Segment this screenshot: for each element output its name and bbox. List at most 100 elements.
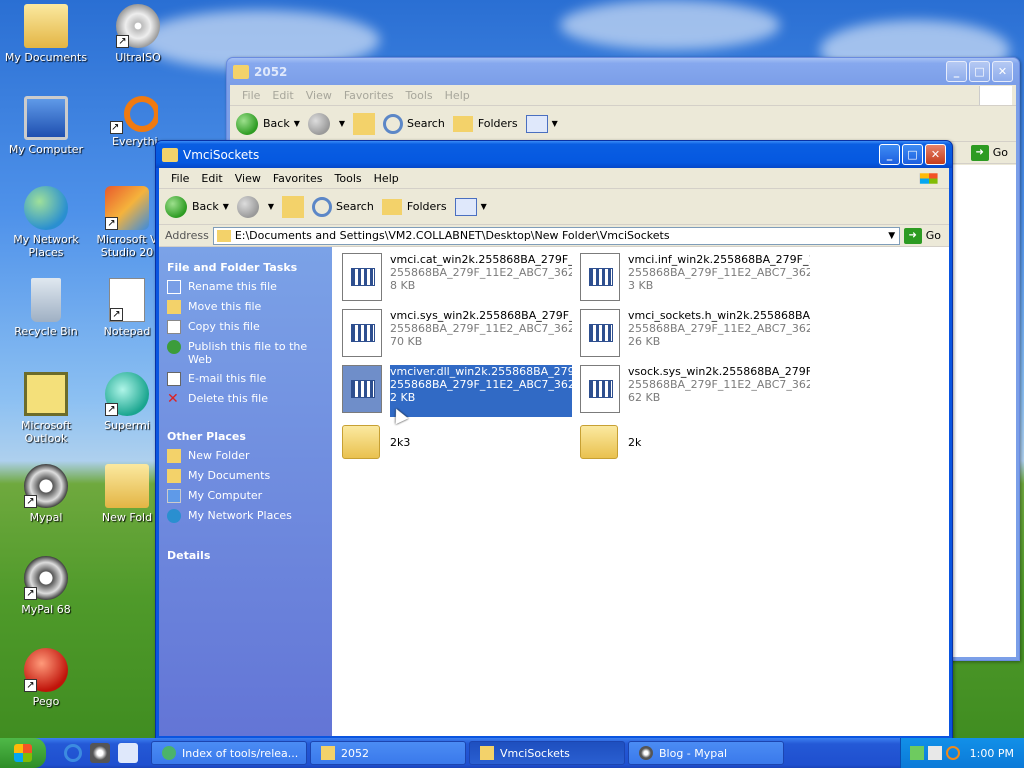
desktop-icon-visual-studio[interactable]: ↗ Microsoft V Studio 20 [96,186,158,259]
internet-explorer-icon[interactable] [64,744,82,762]
menu-edit[interactable]: Edit [195,172,228,185]
maximize-button[interactable]: □ [969,61,990,82]
desktop-icon-notepad[interactable]: ↗ Notepad [96,278,158,338]
up-button[interactable] [282,195,305,218]
dropdown-arrow-icon[interactable]: ▼ [885,231,899,241]
app-quicklaunch-icon[interactable] [118,743,138,763]
menu-tools[interactable]: Tools [400,89,439,102]
menu-view[interactable]: View [300,89,338,102]
desktop-icon-label: Everythi [112,135,158,148]
desktop-icon-mypal-68[interactable]: ↗ MyPal 68 [4,556,88,616]
search-button[interactable]: Search [312,196,374,217]
visual-studio-icon: ↗ [105,186,149,230]
desktop-icon-everything[interactable]: ↗ Everythi [96,96,158,148]
views-button[interactable]: ▼ [454,197,487,216]
views-icon [454,197,477,216]
menu-edit[interactable]: Edit [266,89,299,102]
explorer-window-vmcisockets[interactable]: VmciSockets _ □ ✕ File Edit View Favorit… [155,140,953,740]
folder-item[interactable]: 2k3 [342,425,410,459]
file-item[interactable]: vmci.cat_win2k.255868BA_279F_1... 255868B… [342,253,572,305]
place-my-documents[interactable]: My Documents [167,469,324,483]
folders-button[interactable]: Folders [452,115,518,132]
back-button[interactable]: Back ▼ [165,195,229,218]
desktop-icon-new-folder[interactable]: New Fold [96,464,158,524]
desktop-icon-supermium[interactable]: ↗ Supermi [96,372,158,432]
desktop-icon-pego[interactable]: ↗ Pego [4,648,88,708]
up-button[interactable] [353,112,376,135]
address-input[interactable]: E:\Documents and Settings\VM2.COLLABNET\… [212,226,900,245]
desktop-icon-my-network-places[interactable]: My Network Places [4,186,88,259]
menu-favorites[interactable]: Favorites [267,172,329,185]
search-tray-icon[interactable] [945,746,960,760]
file-item[interactable]: vmci_sockets.h_win2k.255868BA_... 255868B… [580,309,810,361]
folder-item[interactable]: 2k [580,425,641,459]
rename-file-link[interactable]: Rename this file [167,280,324,294]
start-button[interactable] [0,738,46,768]
computer-icon [24,96,68,140]
minimize-button[interactable]: _ [879,144,900,165]
taskbar-item-index-of-tools[interactable]: Index of tools/relea... [151,741,307,765]
menu-file[interactable]: File [236,89,266,102]
desktop-icon-recycle-bin[interactable]: Recycle Bin [4,278,88,338]
file-tasks-header[interactable]: File and Folder Tasks [167,261,324,274]
toolbar: Back ▼ ▼ Search Folders ▼ [230,106,1016,142]
menu-favorites[interactable]: Favorites [338,89,400,102]
system-file-icon [342,253,382,301]
network-tray-icon[interactable] [909,746,924,760]
place-my-network-places[interactable]: My Network Places [167,509,324,523]
taskbar-item-blog-mypal[interactable]: Blog - Mypal [628,741,784,765]
folder-up-icon [353,112,376,135]
file-item-selected[interactable]: vmciver.dll_win2k.255868BA_279... 255868B… [342,365,572,417]
maximize-button[interactable]: □ [902,144,923,165]
desktop-icon-my-computer[interactable]: My Computer [4,96,88,156]
desktop-icon-microsoft-outlook[interactable]: Microsoft Outlook [4,372,88,445]
publish-file-link[interactable]: Publish this file to the Web [167,340,324,366]
delete-file-link[interactable]: ✕ Delete this file [167,392,324,406]
folder-icon [321,746,335,760]
title-bar[interactable]: 2052 _ □ ✕ [227,58,1019,85]
desktop-icon-ultraiso[interactable]: ↗ UltraISO [96,4,180,64]
clock[interactable]: 1:00 PM [970,747,1014,760]
forward-button[interactable]: ▼ [307,112,345,135]
email-file-link[interactable]: E-mail this file [167,372,324,386]
desktop-icon-mypal[interactable]: ↗ Mypal [4,464,88,524]
other-places-header[interactable]: Other Places [167,430,324,443]
menu-view[interactable]: View [229,172,267,185]
folders-icon [381,198,402,215]
place-my-computer[interactable]: My Computer [167,489,324,503]
move-file-link[interactable]: Move this file [167,300,324,314]
desktop-icon-label: Notepad [103,325,151,338]
menu-help[interactable]: Help [439,89,476,102]
desktop-icon-label: Microsoft V Studio 20 [96,233,158,259]
plug-tray-icon[interactable] [927,746,942,760]
menu-file[interactable]: File [165,172,195,185]
forward-button[interactable]: ▼ [236,195,274,218]
file-item[interactable]: vsock.sys_win2k.255868BA_279F_... 255868B… [580,365,810,417]
minimize-button[interactable]: _ [946,61,967,82]
system-file-icon [342,309,382,357]
folders-button[interactable]: Folders [381,198,447,215]
details-header[interactable]: Details [167,549,324,562]
back-button[interactable]: Back ▼ [236,112,300,135]
taskbar-item-2052[interactable]: 2052 [310,741,466,765]
title-bar[interactable]: VmciSockets _ □ ✕ [156,141,952,168]
address-label: Address [165,229,209,242]
close-button[interactable]: ✕ [992,61,1013,82]
search-icon [312,196,333,217]
go-button[interactable]: ➜ Go [903,227,941,244]
desktop-icon-my-documents[interactable]: My Documents [4,4,88,64]
go-button[interactable]: ➜ Go [970,144,1008,161]
menu-help[interactable]: Help [368,172,405,185]
mypal-quicklaunch-icon[interactable] [90,743,110,763]
file-item[interactable]: vmci.inf_win2k.255868BA_279F_1... 255868B… [580,253,810,305]
outlook-icon [24,372,68,416]
copy-file-link[interactable]: Copy this file [167,320,324,334]
search-button[interactable]: Search [383,113,445,134]
menu-tools[interactable]: Tools [329,172,368,185]
close-button[interactable]: ✕ [925,144,946,165]
place-new-folder[interactable]: New Folder [167,449,324,463]
views-button[interactable]: ▼ [525,114,558,133]
folder-icon [105,464,149,508]
file-item[interactable]: vmci.sys_win2k.255868BA_279F_1... 255868B… [342,309,572,361]
taskbar-item-vmcisockets[interactable]: VmciSockets [469,741,625,765]
